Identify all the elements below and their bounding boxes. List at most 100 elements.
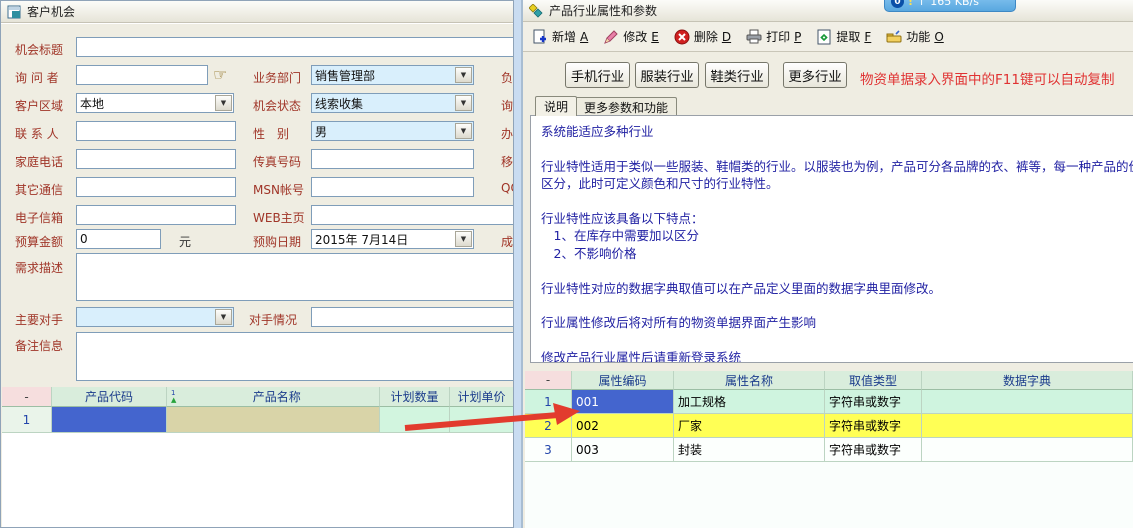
- plan-qty-cell[interactable]: [380, 407, 450, 433]
- fax-input[interactable]: [311, 149, 474, 169]
- web-home-label: WEB主页: [253, 209, 305, 226]
- data-dict-cell[interactable]: [922, 414, 1133, 438]
- remark-textarea[interactable]: [76, 332, 514, 381]
- edit-label: 修改: [623, 28, 647, 45]
- table-row: 3 003 封装 字符串或数字: [525, 438, 1133, 462]
- value-type-cell[interactable]: 字符串或数字: [825, 438, 922, 462]
- plan-qty-header-cell[interactable]: 计划数量: [380, 387, 450, 407]
- product-name-cell[interactable]: [167, 407, 380, 433]
- gender-select[interactable]: 男 ▼: [311, 121, 474, 141]
- msn-input[interactable]: [311, 177, 474, 197]
- other-comm-input[interactable]: [76, 177, 236, 197]
- industry-button-clothing[interactable]: 服装行业: [635, 62, 699, 88]
- inquirer-input[interactable]: [76, 65, 208, 85]
- attr-name-header-cell[interactable]: 属性名称: [674, 371, 825, 390]
- data-dict-header-cell[interactable]: 数据字典: [922, 371, 1133, 390]
- web-home-input[interactable]: [311, 205, 514, 225]
- data-dict-cell[interactable]: [922, 390, 1133, 414]
- rival-info-input[interactable]: [311, 307, 514, 327]
- qq-partial-label: QQ: [501, 181, 514, 195]
- plan-price-cell[interactable]: [450, 407, 514, 433]
- email-input[interactable]: [76, 205, 236, 225]
- budget-input[interactable]: [76, 229, 161, 249]
- attr-name-cell[interactable]: 封装: [674, 438, 825, 462]
- row-number-cell[interactable]: 1: [2, 407, 52, 433]
- inquiry-partial-label: 询问: [501, 97, 514, 114]
- row-number-cell[interactable]: 1: [525, 390, 572, 414]
- row-number-cell[interactable]: 3: [525, 438, 572, 462]
- industry-button-footwear[interactable]: 鞋类行业: [705, 62, 769, 88]
- product-name-header-cell[interactable]: 1 ▲ 产品名称: [167, 387, 380, 407]
- network-speed-overlay[interactable]: 0 ! ↑ 165 KB/s: [884, 0, 1016, 12]
- business-dept-select[interactable]: 销售管理部 ▼: [311, 65, 474, 85]
- print-button[interactable]: 打印P: [746, 28, 801, 45]
- product-code-header-cell[interactable]: 产品代码: [52, 387, 167, 407]
- data-dict-cell[interactable]: [922, 438, 1133, 462]
- main-rival-label: 主要对手: [15, 311, 63, 328]
- purchase-date-select[interactable]: 2015年 7月14日 ▼: [311, 229, 474, 249]
- rowmark-header-cell[interactable]: -: [525, 371, 572, 390]
- dropdown-arrow-icon[interactable]: ▼: [215, 95, 232, 111]
- main-rival-select[interactable]: ▼: [76, 307, 234, 327]
- msn-label: MSN帐号: [253, 181, 304, 198]
- opportunity-status-select[interactable]: 线索收集 ▼: [311, 93, 474, 113]
- opportunity-title-label: 机会标题: [15, 41, 63, 58]
- dropdown-arrow-icon[interactable]: ▼: [215, 309, 232, 325]
- description-line: 系统能适应多种行业: [541, 123, 1133, 140]
- opportunity-status-label: 机会状态: [253, 97, 301, 114]
- function-button[interactable]: 功能 O: [886, 28, 943, 45]
- dropdown-arrow-icon[interactable]: ▼: [455, 231, 472, 247]
- dropdown-arrow-icon[interactable]: ▼: [455, 67, 472, 83]
- dropdown-arrow-icon[interactable]: ▼: [455, 95, 472, 111]
- delete-icon: [674, 29, 690, 45]
- right-window-titlebar[interactable]: 产品行业属性和参数: [523, 0, 1133, 22]
- tab-more-params[interactable]: 更多参数和功能: [575, 97, 677, 116]
- attr-name-cell[interactable]: 厂家: [674, 414, 825, 438]
- product-code-cell-selected[interactable]: [52, 407, 167, 433]
- contact-input[interactable]: [76, 121, 236, 141]
- row-number-cell[interactable]: 2: [525, 414, 572, 438]
- extract-button[interactable]: 提取F: [816, 28, 871, 45]
- attr-code-cell[interactable]: 003: [572, 438, 674, 462]
- add-button[interactable]: 新增A: [532, 28, 588, 45]
- left-window-title: 客户机会: [27, 3, 75, 20]
- gender-label: 性 别: [253, 125, 289, 142]
- demand-desc-textarea[interactable]: [76, 253, 514, 301]
- attr-code-cell-selected[interactable]: 001: [572, 390, 674, 414]
- other-comm-label: 其它通信: [15, 181, 63, 198]
- attr-code-header-cell[interactable]: 属性编码: [572, 371, 674, 390]
- function-icon: [886, 29, 902, 45]
- opportunity-title-input[interactable]: [76, 37, 514, 57]
- industry-button-mobile[interactable]: 手机行业: [565, 62, 630, 88]
- add-key: A: [580, 30, 588, 44]
- dropdown-arrow-icon[interactable]: ▼: [455, 123, 472, 139]
- extract-key: F: [864, 30, 871, 44]
- tab-description[interactable]: 说明: [535, 96, 577, 116]
- value-type-cell[interactable]: 字符串或数字: [825, 414, 922, 438]
- home-phone-input[interactable]: [76, 149, 236, 169]
- description-line: 区分，此时可定义颜色和尺寸的行业特性。: [541, 175, 1133, 192]
- extract-icon: [816, 29, 832, 45]
- value-type-cell[interactable]: 字符串或数字: [825, 390, 922, 414]
- delete-button[interactable]: 删除D: [674, 28, 731, 45]
- customer-region-select[interactable]: 本地 ▼: [76, 93, 234, 113]
- function-label: 功能: [906, 28, 930, 45]
- fax-label: 传真号码: [253, 153, 301, 170]
- products-grid: - 产品代码 1 ▲ 产品名称 计划数量 计划单价 1: [2, 387, 514, 528]
- left-window-titlebar[interactable]: 客户机会: [1, 1, 513, 23]
- industry-button-more[interactable]: 更多行业: [783, 62, 847, 88]
- table-row-highlighted: 2 002 厂家 字符串或数字: [525, 414, 1133, 438]
- plan-price-header-cell[interactable]: 计划单价: [450, 387, 514, 407]
- edit-button[interactable]: 修改E: [603, 28, 659, 45]
- customer-region-label: 客户区域: [15, 97, 63, 114]
- inquirer-label: 询 问 者: [15, 69, 59, 86]
- picker-hand-icon[interactable]: ☞: [213, 65, 227, 85]
- rowmark-header-cell[interactable]: -: [2, 387, 52, 407]
- table-row: 1 001 加工规格 字符串或数字: [525, 390, 1133, 414]
- attr-code-cell[interactable]: 002: [572, 414, 674, 438]
- description-line: 1、在库存中需要加以区分: [541, 227, 1133, 244]
- attr-name-cell[interactable]: 加工规格: [674, 390, 825, 414]
- speed-count-badge: 0: [891, 0, 904, 8]
- function-key: O: [934, 30, 943, 44]
- value-type-header-cell[interactable]: 取值类型: [825, 371, 922, 390]
